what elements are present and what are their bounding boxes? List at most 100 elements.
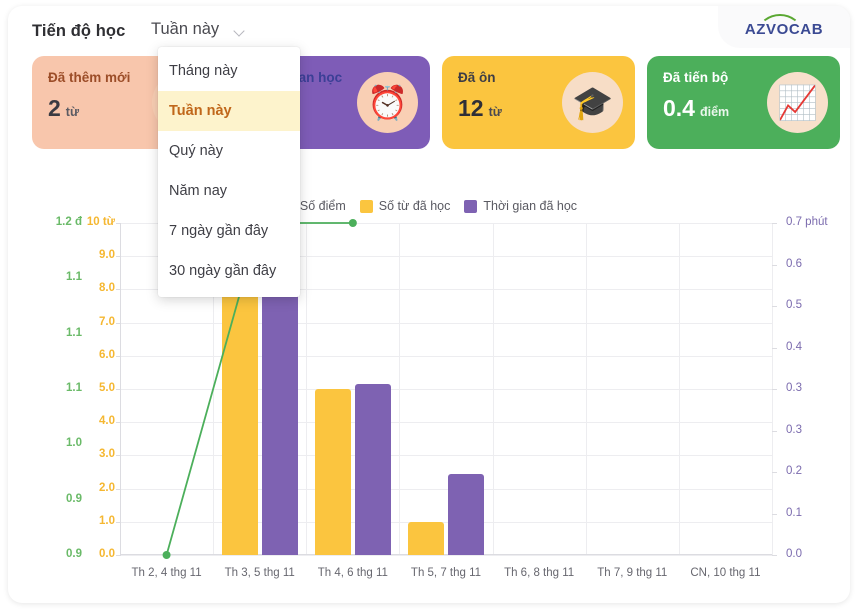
axis-gridline-vertical [399,223,401,555]
grid-line [120,488,772,490]
axis-gridline-vertical [678,223,680,555]
y-axis-right-time-tick: 0.0 [786,548,802,560]
chevron-down-icon [235,25,247,37]
stat-card-number: 12 [458,95,484,121]
x-axis-label: Th 5, 7 thg 11 [410,567,482,579]
y-axis-tick-mark [116,422,121,424]
legend-swatch [464,199,478,213]
alarm-clock-icon: ⏰ [357,72,418,133]
y-axis-left-score-tick: 1.1 [66,382,82,394]
legend-item[interactable]: Số từ đã học [359,199,451,213]
stat-card: Đã tiến bộ 0.4 điểm 📈 [647,56,840,149]
axis-gridline-vertical [306,223,308,555]
grid-line [120,355,772,357]
x-axis-label: Th 3, 5 thg 11 [224,567,295,579]
brand-mark: AZVOCAB [736,14,832,40]
page-title: Tiến độ học [32,22,126,40]
y-axis-left-words-tick: 5.0 [99,382,115,394]
panel-header: Tiến độ học Tuần này AZVOCAB [8,6,850,52]
y-axis-left-score-tick: 1.2 đ [55,216,82,228]
grid-line [120,555,772,556]
dropdown-option[interactable]: Năm nay [158,171,300,211]
y-axis-left-words-tick: 10 từ [86,216,115,228]
y-axis-tick-mark [116,521,121,523]
grid-line [120,389,772,390]
grid-line [120,422,772,424]
y-axis-tick-mark [116,289,121,291]
brand-logo: AZVOCAB [718,6,850,48]
y-axis-right-time-tick: 0.2 [786,465,802,477]
legend-label: Thời gian đã học [483,199,578,213]
y-axis-left-words-tick: 0.0 [99,548,115,560]
y-axis-left-words-tick: 7.0 [99,315,115,328]
y-axis-tick-mark [116,455,121,457]
dropdown-option[interactable]: Quý này [158,131,300,171]
stat-card-number: 0.4 [663,95,695,121]
dropdown-option[interactable]: 7 ngày gần đây [158,211,300,251]
dropdown-option[interactable]: Tuần này [158,91,300,131]
y-axis-tick-mark [116,223,121,224]
grid-line [120,322,772,324]
period-select-label: Tuần này [151,20,220,38]
y-axis-left-score-tick: 0.9 [66,492,82,505]
dropdown-option[interactable]: 30 ngày gần đây [158,251,300,291]
axis-gridline-vertical [585,223,587,555]
y-axis-left-words-tick: 6.0 [99,348,115,361]
period-select[interactable]: Tuần này [151,20,247,39]
y-axis-right-time-tick: 0.5 [786,299,802,311]
y-axis-tick-mark [772,472,777,473]
bar-words-learned[interactable] [221,289,258,555]
bar-words-learned[interactable] [314,389,351,555]
axis-gridline-vertical [492,223,494,555]
y-axis-left-words-tick: 8.0 [99,282,115,295]
bar-time-studied[interactable] [354,384,391,555]
y-axis-tick-mark [772,264,777,266]
x-axis-label: CN, 10 thg 11 [690,567,761,579]
brand-name: AZVOCAB [744,21,824,38]
stat-card-number: 2 [48,95,61,121]
y-axis-tick-mark [116,322,121,324]
y-axis-right-time-tick: 0.7 phút [786,216,828,228]
bar-words-learned[interactable] [408,521,444,555]
y-axis-tick-mark [116,256,121,258]
legend-label: Số từ đã học [378,199,451,213]
stat-card-unit: từ [488,105,502,119]
y-axis-left-words-tick: 3.0 [99,448,115,461]
x-axis-label: Th 4, 6 thg 11 [317,567,388,579]
y-axis-right-time-tick: 0.3 [786,423,802,436]
x-axis-label: Th 6, 8 thg 11 [504,567,575,579]
y-axis-tick-mark [772,513,777,515]
y-axis-left-words-tick: 2.0 [99,481,115,494]
progress-panel: Tiến độ học Tuần này AZVOCAB Đã thêm mới… [8,6,850,603]
stat-card-unit: từ [65,105,80,119]
progress-chart: Số điểm Số từ đã học Thời gian đã học 1.2 … [8,191,850,603]
y-axis-left-score-tick: 1.0 [66,437,82,450]
y-axis-tick-mark [772,347,777,349]
y-axis-tick-mark [772,430,777,432]
y-axis-tick-mark [772,555,777,556]
dropdown-option[interactable]: Tháng này [158,51,300,91]
chart-legend: Số điểm Số từ đã học Thời gian đã học [8,199,850,213]
y-axis-right-time-tick: 0.6 [786,257,802,270]
bar-time-studied[interactable] [261,289,298,555]
y-axis-tick-mark [116,555,121,556]
stat-cards: Đã thêm mới2từ📚Thời gian học⏰Đã ôn12từ🎓Đ… [32,56,840,149]
stat-card-unit: điểm [699,105,730,119]
growth-chart-icon: 📈 [767,72,828,133]
graduation-cap-icon: 🎓 [562,72,623,133]
y-axis-tick-mark [772,306,777,307]
axis-baseline [120,554,772,555]
period-dropdown-menu[interactable]: Tháng này Tuần này Quý này Năm nay 7 ngày gầ… [158,47,300,297]
y-axis-right-time-tick: 0.3 [786,382,802,394]
grid-line [120,455,772,457]
x-axis-label: Th 7, 9 thg 11 [597,567,668,579]
y-axis-right-time-tick: 0.1 [786,506,802,519]
y-axis-left-score-tick: 1.1 [66,326,82,339]
y-axis-tick-mark [772,389,777,390]
bar-time-studied[interactable] [448,474,484,555]
y-axis-right-time-tick: 0.4 [786,340,802,353]
y-axis-tick-mark [116,355,121,357]
y-axis-tick-mark [772,223,777,224]
y-axis-left-words-tick: 1.0 [99,514,115,527]
legend-item[interactable]: Thời gian đã học [464,199,577,213]
